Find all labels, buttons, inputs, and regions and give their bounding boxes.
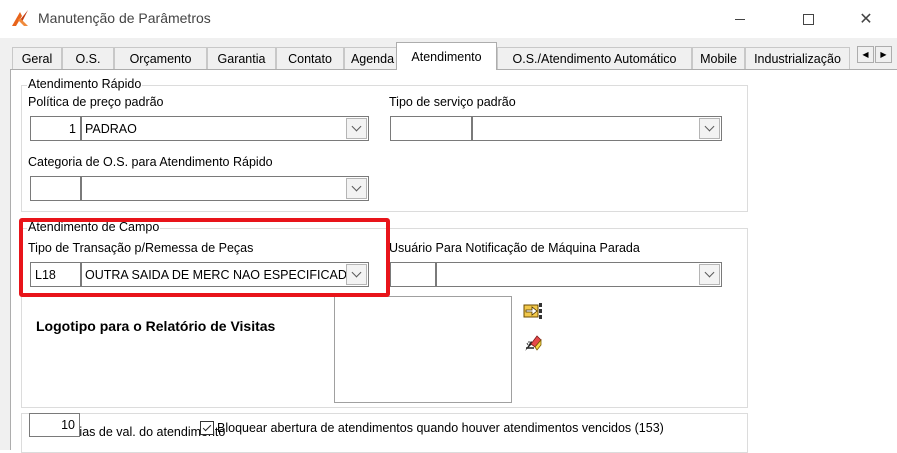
politica-preco-value: PADRAO <box>85 121 137 136</box>
minimize-button[interactable] <box>717 0 763 38</box>
categoria-os-select[interactable] <box>81 176 369 201</box>
tipo-servico-label: Tipo de serviço padrão <box>389 95 516 109</box>
tab-agenda[interactable]: Agenda <box>344 47 401 69</box>
categoria-os-label: Categoria de O.S. para Atendimento Rápid… <box>28 155 273 169</box>
arrow-right-icon: ▶ <box>880 50 887 59</box>
tab-industrializacao[interactable]: Industrialização <box>745 47 850 69</box>
window-client-area: Geral O.S. Orçamento Garantia Contato Ag… <box>0 38 897 453</box>
tab-atendimento[interactable]: Atendimento <box>396 42 497 70</box>
chevron-down-icon <box>704 121 715 132</box>
tab-bar: Geral O.S. Orçamento Garantia Contato Ag… <box>12 41 897 70</box>
politica-preco-dropdown-button[interactable] <box>346 118 367 139</box>
tab-os[interactable]: O.S. <box>62 47 114 69</box>
load-image-button[interactable] <box>520 298 546 324</box>
group-caption-atendimento-rapido: Atendimento Rápido <box>27 77 143 91</box>
chevron-down-icon <box>704 267 715 278</box>
tipo-servico-dropdown-button[interactable] <box>699 118 720 139</box>
chevron-down-icon <box>351 181 362 192</box>
dias-validade-field[interactable]: 10 <box>29 413 80 437</box>
politica-preco-select[interactable]: PADRAO <box>81 116 369 141</box>
logotipo-image-box[interactable] <box>334 296 512 403</box>
tipo-servico-select[interactable] <box>472 116 722 141</box>
close-button[interactable]: ✕ <box>843 0 889 38</box>
arrow-left-icon: ◀ <box>862 50 869 59</box>
clear-image-button[interactable] <box>520 330 546 356</box>
tab-scroll-left-button[interactable]: ◀ <box>857 46 874 63</box>
usuario-notificacao-code-field[interactable] <box>390 262 436 287</box>
tab-geral[interactable]: Geral <box>12 47 62 69</box>
maximize-button[interactable] <box>785 0 831 38</box>
usuario-notificacao-dropdown-button[interactable] <box>699 264 720 285</box>
tab-orcamento[interactable]: Orçamento <box>114 47 207 69</box>
tab-contato[interactable]: Contato <box>276 47 344 69</box>
checkmark-icon <box>202 422 212 432</box>
close-icon: ✕ <box>859 11 873 28</box>
tipo-servico-code-field[interactable] <box>390 116 472 141</box>
tab-mobile[interactable]: Mobile <box>692 47 745 69</box>
title-bar: Manutenção de Parâmetros ✕ <box>0 0 897 38</box>
logotipo-label: Logotipo para o Relatório de Visitas <box>36 318 276 334</box>
load-image-icon <box>523 303 542 319</box>
window-title: Manutenção de Parâmetros <box>38 10 211 26</box>
tab-page-atendimento: Atendimento Rápido Política de preço pad… <box>10 69 897 453</box>
bloquear-checkbox[interactable] <box>200 421 214 435</box>
clear-image-icon <box>525 335 542 351</box>
chevron-down-icon <box>351 121 362 132</box>
politica-preco-code-field[interactable]: 1 <box>30 116 81 141</box>
app-logo-icon <box>12 10 28 26</box>
tab-os-atendimento-automatico[interactable]: O.S./Atendimento Automático <box>497 47 692 69</box>
categoria-os-code-field[interactable] <box>30 176 81 201</box>
usuario-notificacao-select[interactable] <box>436 262 722 287</box>
politica-preco-label: Política de preço padrão <box>28 95 164 109</box>
bloquear-label: Bloquear abertura de atendimentos quando… <box>217 421 664 435</box>
maximize-icon <box>802 13 814 25</box>
tab-garantia[interactable]: Garantia <box>207 47 276 69</box>
minimize-icon <box>735 18 745 20</box>
highlight-annotation <box>19 218 390 297</box>
categoria-os-dropdown-button[interactable] <box>346 178 367 199</box>
tab-scroll-right-button[interactable]: ▶ <box>875 46 892 63</box>
usuario-notificacao-label: Usuário Para Notificação de Máquina Para… <box>389 241 640 255</box>
